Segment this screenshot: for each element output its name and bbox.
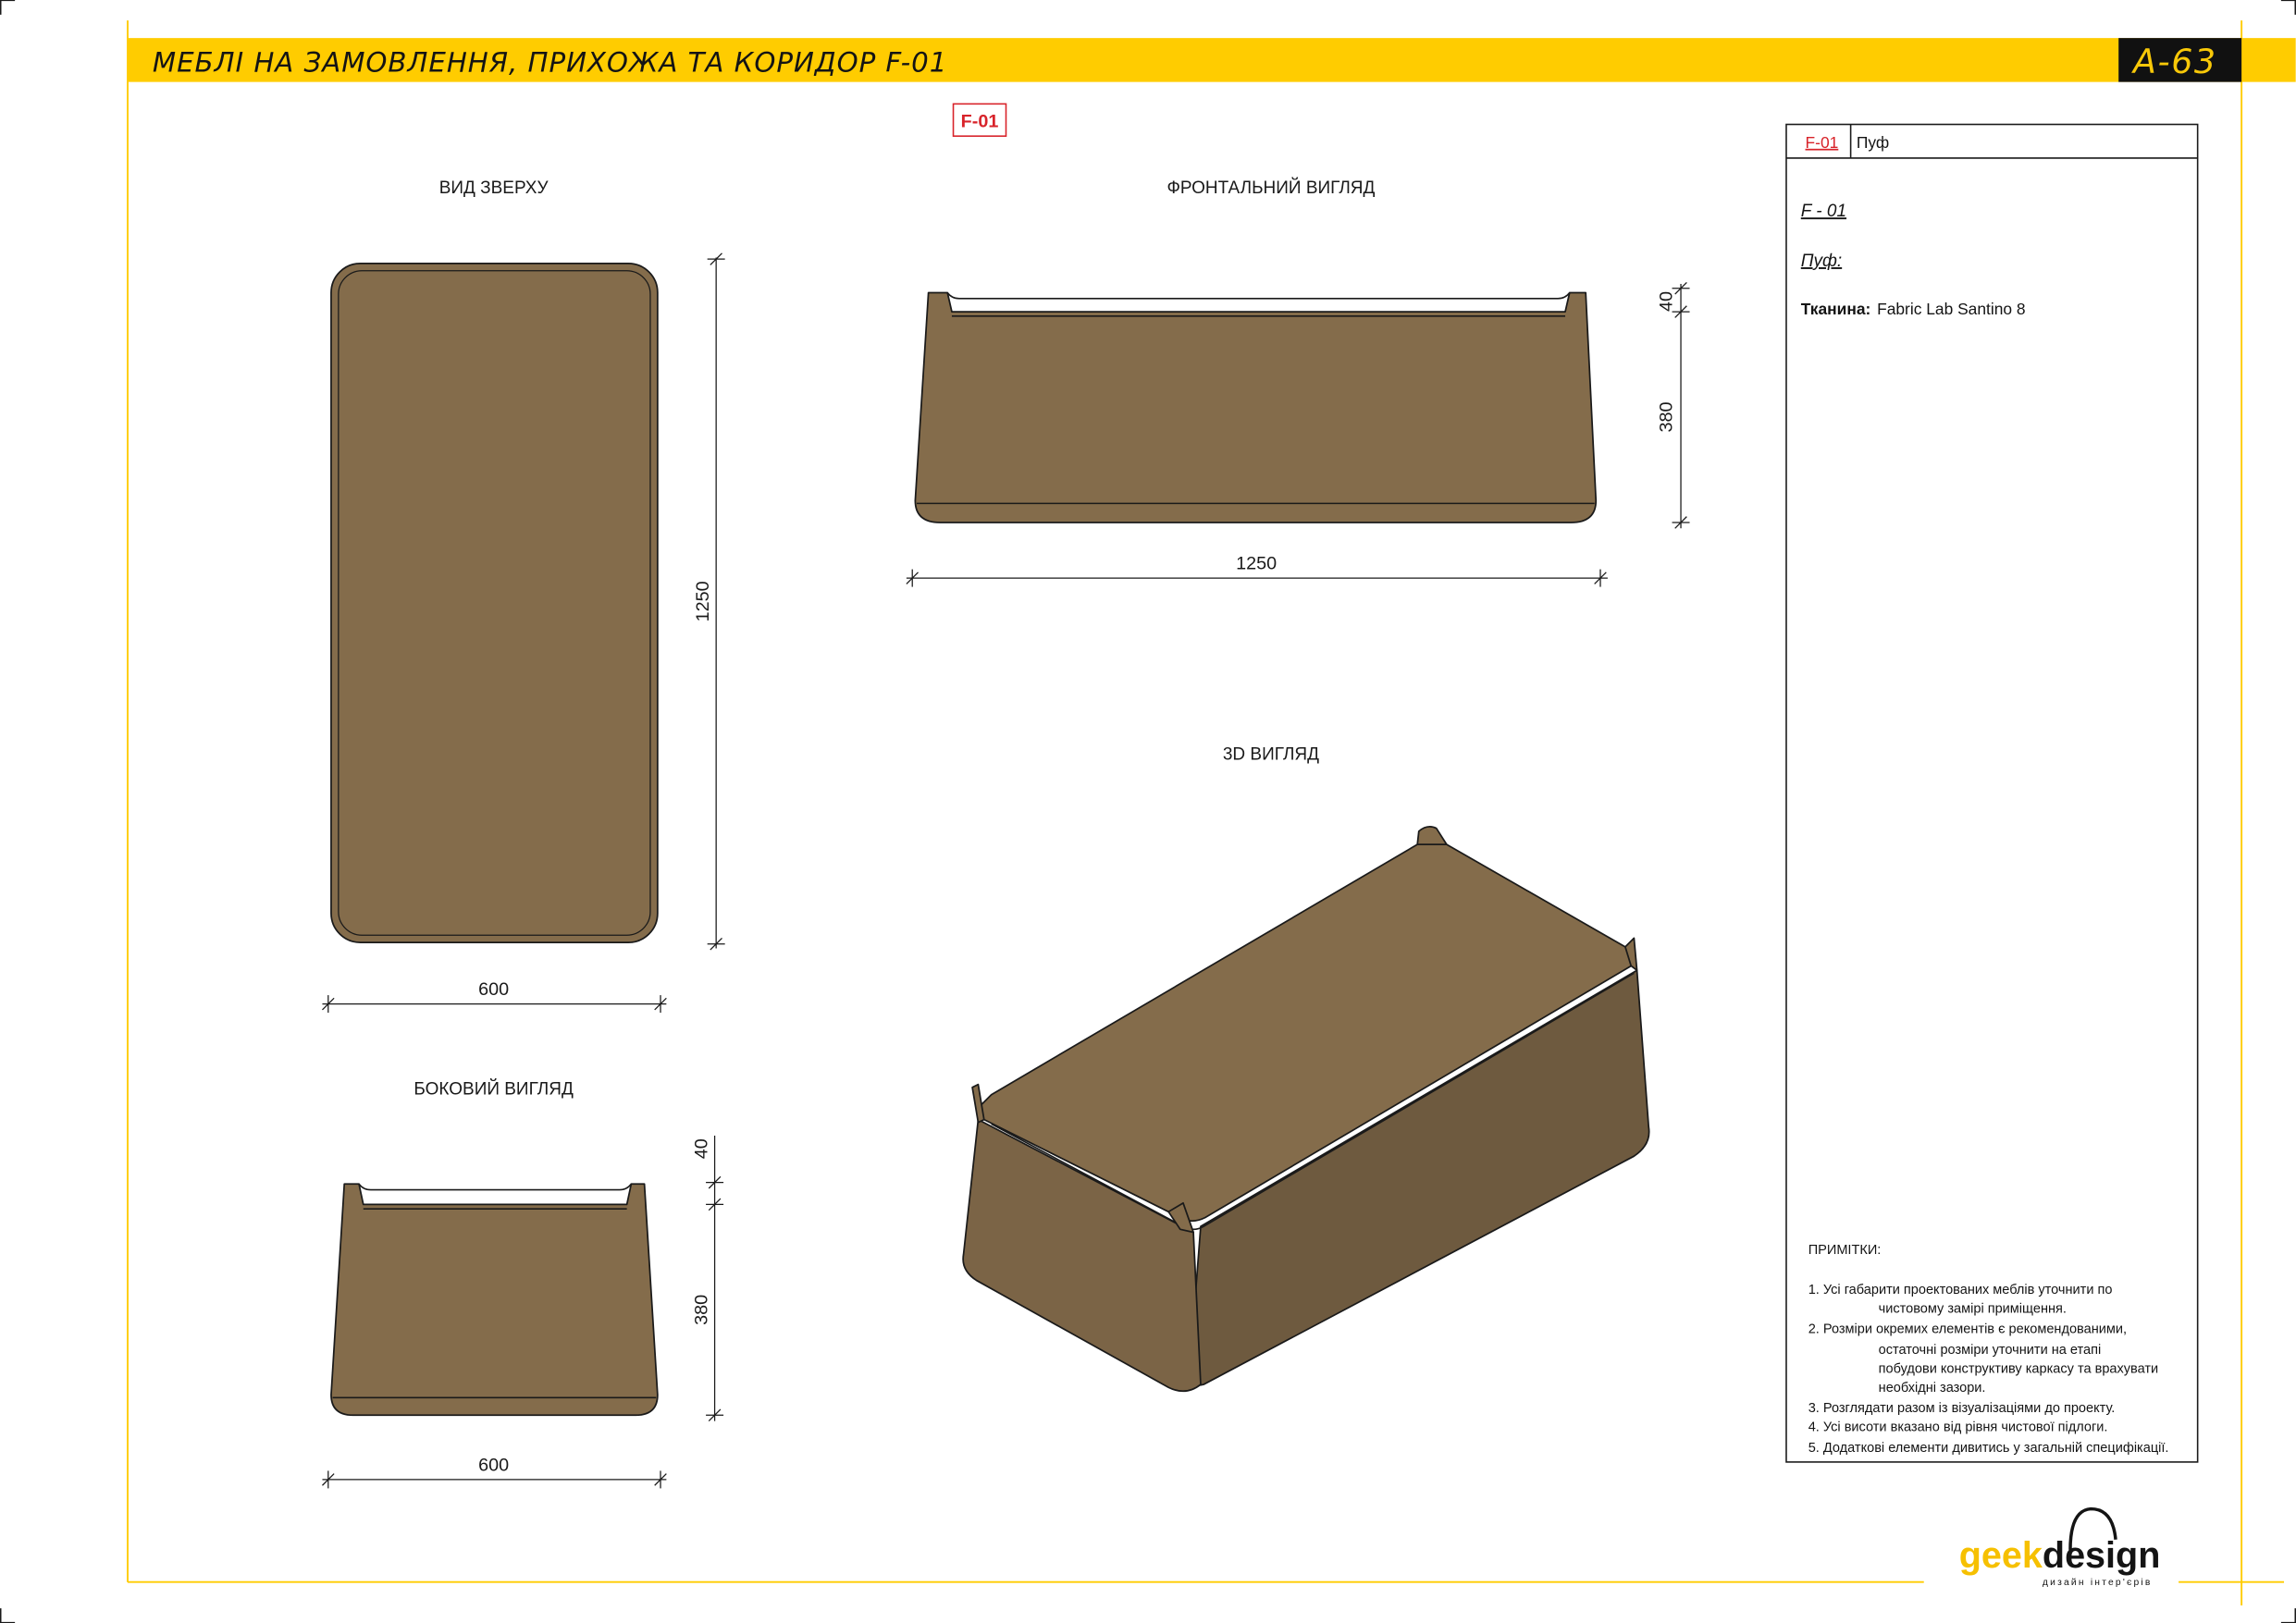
note-line: побудови конструктиву каркасу та врахува… — [1879, 1361, 2159, 1376]
side-view-cushion-label: 40 — [692, 1138, 712, 1159]
iso-corner-tab — [1416, 826, 1448, 845]
note-line: остаточні розміри уточнити на етапі — [1879, 1343, 2102, 1358]
spec-fabric-value: Fabric Lab Santino 8 — [1877, 300, 2025, 318]
iso-view-caption: 3D ВИГЛЯД — [1223, 744, 1319, 764]
top-view-length-dimension: 1250 — [693, 252, 725, 951]
note-line: 2. Розміри окремих елементів є рекомендо… — [1808, 1322, 2127, 1337]
front-view-length-dimension: 1250 — [906, 554, 1608, 587]
top-view-width-label: 600 — [478, 979, 509, 1000]
side-view-width-dimension: 600 — [322, 1455, 667, 1489]
iso-view: 3D ВИГЛЯД — [962, 744, 1650, 1393]
top-view-length-label: 1250 — [693, 581, 713, 621]
side-view: БОКОВИЙ ВИГЛЯД 40 380 600 — [322, 1079, 724, 1489]
note-line: 5. Додаткові елементи дивитись у загальн… — [1808, 1441, 2169, 1456]
spec-fabric-label: Тканина: — [1801, 300, 1871, 318]
sheet-number: A-63 — [2131, 42, 2217, 81]
logo-part-geek: geek — [1959, 1535, 2043, 1576]
title-band: МЕБЛІ НА ЗАМОВЛЕННЯ, ПРИХОЖА ТА КОРИДОР … — [127, 38, 2296, 82]
top-view-caption: ВИД ЗВЕРХУ — [439, 178, 549, 198]
front-view-caption: ФРОНТАЛЬНИЙ ВИГЛЯД — [1167, 178, 1375, 198]
front-view-height-dimension: 40 380 — [1657, 281, 1690, 529]
side-view-shape — [330, 1183, 659, 1417]
spec-panel: F-01 Пуф F - 01 Пуф: Тканина: Fabric Lab… — [1785, 123, 2199, 1463]
item-tag-label: F-01 — [961, 112, 999, 132]
front-view: ФРОНТАЛЬНИЙ ВИГЛЯД 1250 40 380 — [906, 178, 1690, 587]
spec-heading-code: F - 01 — [1801, 202, 1846, 221]
top-view-shape — [330, 262, 659, 944]
spec-heading-name: Пуф: — [1801, 252, 1842, 271]
item-tag: F-01 — [952, 103, 1007, 137]
top-view-width-dimension: 600 — [322, 979, 667, 1014]
logo-part-design: design — [2043, 1535, 2160, 1576]
note-line: 1. Усі габарити проектованих меблів уточ… — [1808, 1283, 2113, 1297]
side-view-height-dimension: 40 380 — [692, 1136, 724, 1422]
front-view-body-label: 380 — [1657, 402, 1677, 433]
top-view: ВИД ЗВЕРХУ 1250 600 — [322, 178, 725, 1014]
side-view-width-label: 600 — [478, 1455, 509, 1475]
logo-subtitle: дизайн інтер'єрів — [2043, 1578, 2153, 1588]
sheet-title: МЕБЛІ НА ЗАМОВЛЕННЯ, ПРИХОЖА ТА КОРИДОР … — [153, 47, 947, 79]
front-view-shape — [914, 291, 1598, 523]
notes-title: ПРИМІТКИ: — [1808, 1243, 1882, 1258]
front-view-length-label: 1250 — [1236, 554, 1277, 574]
spec-code: F-01 — [1806, 133, 1839, 152]
note-line: чистовому замірі приміщення. — [1879, 1302, 2067, 1317]
side-view-body-label: 380 — [692, 1295, 712, 1325]
side-view-caption: БОКОВИЙ ВИГЛЯД — [414, 1079, 574, 1100]
company-logo: geek design дизайн інтер'єрів — [1959, 1506, 2160, 1588]
front-view-cushion-label: 40 — [1657, 291, 1677, 312]
drawing-sheet: МЕБЛІ НА ЗАМОВЛЕННЯ, ПРИХОЖА ТА КОРИДОР … — [0, 0, 2296, 1623]
note-line: 4. Усі висоти вказано від рівня чистової… — [1808, 1420, 2108, 1435]
spec-name: Пуф — [1857, 133, 1889, 152]
note-line: 3. Розглядати разом із візуалізаціями до… — [1808, 1401, 2116, 1416]
note-line: необхідні зазори. — [1879, 1381, 1986, 1396]
